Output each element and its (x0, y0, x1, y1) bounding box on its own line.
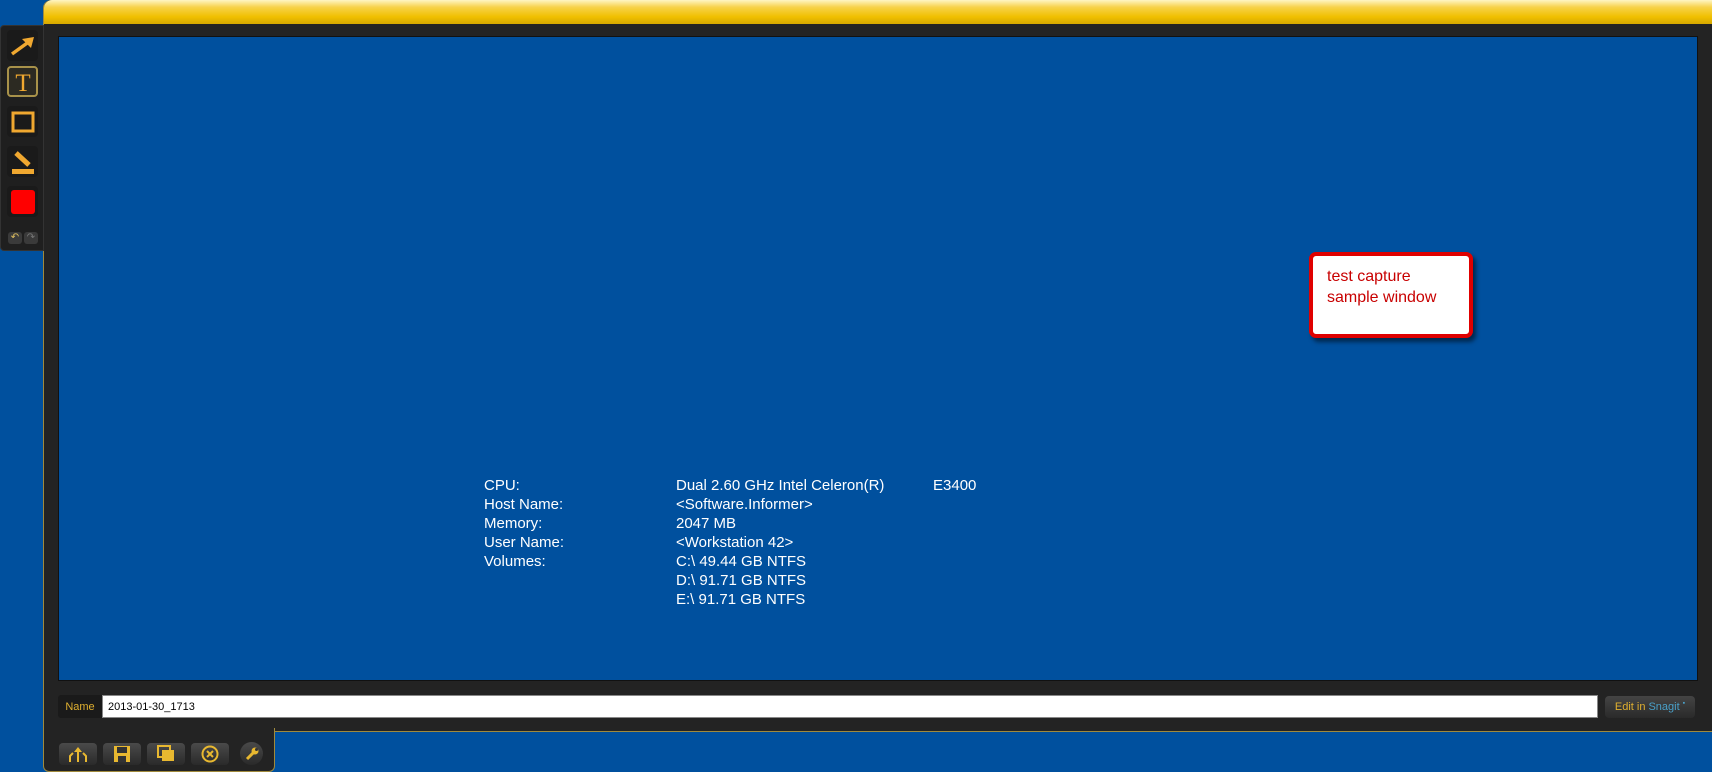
info-value: E:\ 91.71 GB NTFS (676, 591, 806, 608)
color-swatch (10, 189, 35, 214)
window-title-bar[interactable] (44, 0, 1712, 24)
info-values: Dual 2.60 GHz Intel Celeron(R) <Software… (676, 476, 884, 609)
snagit-label: Snagit (1648, 701, 1680, 713)
drawing-toolbar: T ↶ ↷ (0, 25, 44, 251)
info-label: CPU: (484, 477, 520, 494)
redo-icon[interactable]: ↷ (24, 232, 38, 244)
info-label: Host Name: (484, 496, 564, 513)
expand-icon: ▪ (1682, 699, 1686, 707)
info-label: Memory: (484, 515, 543, 532)
highlighter-icon (11, 150, 34, 174)
save-button[interactable] (103, 743, 141, 765)
arrow-tool[interactable] (7, 30, 38, 61)
info-value: D:\ 91.71 GB NTFS (676, 572, 807, 589)
info-value: <Software.Informer> (676, 496, 813, 513)
edit-in-snagit-button[interactable]: Edit in Snagit ▪ (1605, 696, 1695, 718)
info-label: User Name: (484, 534, 565, 551)
name-input[interactable] (102, 695, 1598, 718)
info-value: C:\ 49.44 GB NTFS (676, 553, 807, 570)
text-tool[interactable]: T (7, 66, 38, 97)
close-circle-icon (201, 745, 219, 763)
info-labels: CPU: Host Name: Memory: User Name: Volum… (484, 476, 564, 571)
arrow-icon (10, 36, 34, 55)
wrench-icon (245, 747, 258, 760)
edit-in-label: Edit in (1614, 701, 1646, 713)
callout-line: sample window (1327, 289, 1437, 306)
share-button[interactable] (59, 743, 97, 765)
undo-icon[interactable]: ↶ (8, 232, 22, 244)
info-value: <Workstation 42> (676, 534, 794, 551)
highlighter-tool[interactable] (7, 146, 38, 177)
copy-button[interactable] (147, 743, 185, 765)
rectangle-icon (11, 111, 34, 132)
snagit-preview-window (43, 0, 1712, 732)
info-label: Volumes: (484, 553, 546, 570)
settings-button[interactable] (240, 742, 263, 765)
rectangle-tool[interactable] (7, 106, 38, 137)
callout-line: test capture (1327, 268, 1411, 285)
text-callout[interactable]: test capture sample window (1309, 252, 1473, 338)
name-bar: Name (58, 695, 1598, 718)
color-picker[interactable] (7, 186, 38, 217)
discard-button[interactable] (191, 743, 229, 765)
info-value: Dual 2.60 GHz Intel Celeron(R) (676, 477, 885, 494)
svg-text:T: T (15, 70, 30, 94)
cpu-model: E3400 (933, 477, 977, 494)
save-icon (114, 746, 130, 762)
text-icon: T (15, 70, 30, 94)
name-label: Name (58, 695, 102, 718)
copy-icon (157, 745, 174, 761)
share-icon (69, 747, 87, 762)
info-value: 2047 MB (676, 515, 737, 532)
